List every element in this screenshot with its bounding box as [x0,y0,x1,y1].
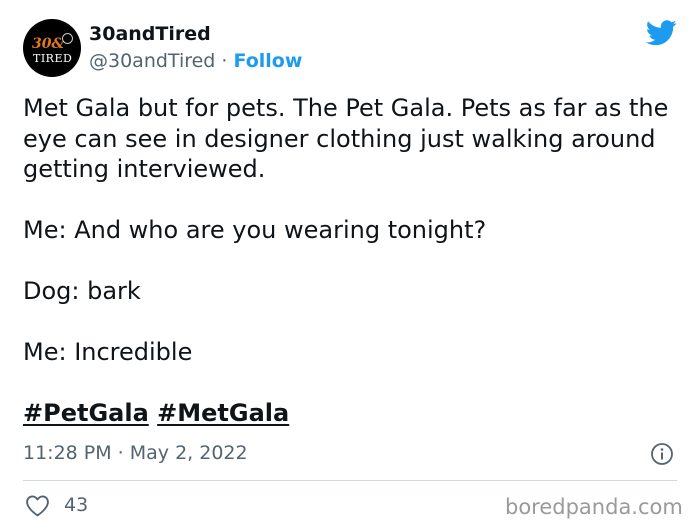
avatar-logo-top: 30& [32,36,65,52]
handle-row: @30andTired · Follow [89,50,302,72]
tweet-timestamp[interactable]: 11:28 PM · May 2, 2022 [23,442,248,464]
tweet-paragraph: Dog: bark [23,277,141,305]
tweet-paragraph: Me: Incredible [23,338,193,366]
user-handle[interactable]: @30andTired [89,50,215,72]
twitter-bird-icon[interactable] [646,20,677,46]
handle-separator: · [221,50,228,72]
like-count: 43 [64,494,89,516]
tweet-paragraph: Me: And who are you wearing tonight? [23,216,487,244]
follow-button[interactable]: Follow [234,50,303,72]
avatar-logo-circle [62,33,73,44]
hashtags: #PetGala #MetGala [23,399,289,427]
info-icon[interactable] [650,442,674,466]
display-name[interactable]: 30andTired [89,23,211,45]
hashtag-link[interactable]: #PetGala [23,399,149,427]
watermark: boredpanda.com [505,495,683,519]
avatar-logo-bottom: TIRED [33,52,73,65]
heart-icon[interactable] [25,494,50,517]
tweet-paragraph: Met Gala but for pets. The Pet Gala. Pet… [23,94,669,183]
tweet-text: Met Gala but for pets. The Pet Gala. Pet… [23,93,683,368]
hashtag-link[interactable]: #MetGala [157,399,289,427]
divider [23,480,677,481]
avatar[interactable]: 30& TIRED [23,19,81,77]
